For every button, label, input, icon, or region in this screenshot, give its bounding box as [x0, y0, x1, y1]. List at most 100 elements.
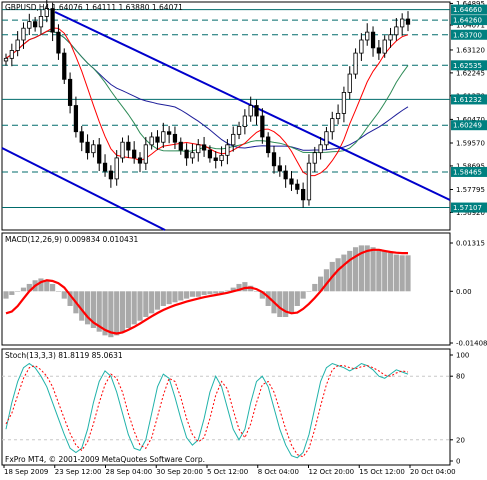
macd-histogram-bar: [306, 291, 312, 292]
candle-bear: [207, 149, 213, 159]
time-tick-label: 15 Oct 12:00: [359, 468, 405, 476]
macd-histogram-bar: [154, 291, 161, 310]
macd-histogram-bar: [3, 291, 9, 299]
macd-histogram-bar: [341, 254, 347, 292]
macd-histogram-bar: [370, 247, 376, 292]
candle-bear: [108, 170, 113, 180]
candle-bull: [27, 21, 32, 29]
price-level-label: 1.57107: [453, 204, 482, 212]
candle-bear: [178, 141, 183, 151]
stoch-panel: [1, 348, 451, 466]
macd-histogram-bar: [294, 291, 300, 306]
macd-histogram-bar: [253, 291, 260, 292]
macd-histogram-bar: [131, 291, 137, 325]
macd-histogram-bar: [108, 291, 114, 338]
candle-bear: [266, 136, 271, 154]
candle-bull: [318, 144, 323, 154]
candle-bull: [15, 39, 20, 51]
candle-bear: [167, 131, 172, 135]
macd-histogram-bar: [137, 291, 143, 321]
price-tick-label: 1.57795: [456, 186, 485, 194]
macd-histogram-bar: [352, 247, 359, 292]
candle-bull: [353, 52, 358, 75]
macd-histogram-bar: [38, 278, 44, 292]
stoch-tick-label: 100: [456, 352, 469, 360]
macd-histogram-bar: [189, 291, 196, 297]
time-tick-label: 23 Sep 12:00: [55, 468, 102, 476]
candle-bear: [289, 178, 294, 185]
candle-bear: [73, 105, 79, 133]
price-level-label: 1.64260: [453, 17, 482, 25]
candle-bull: [3, 57, 9, 62]
candle-bull: [248, 105, 253, 117]
candle-bear: [33, 21, 38, 28]
macd-histogram-bar: [119, 291, 126, 332]
candle-bull: [196, 144, 201, 154]
candle-bear: [184, 149, 189, 159]
macd-histogram-bar: [393, 254, 399, 292]
candle-bear: [376, 47, 381, 54]
stoch-tick-label: 20: [456, 436, 465, 444]
time-tick-label: 18 Sep 2009: [4, 468, 48, 476]
stoch-tick-label: 0: [456, 458, 460, 466]
candle-bear: [260, 115, 265, 138]
time-tick-label: 5 Oct 12:00: [207, 468, 248, 476]
candle-bear: [405, 18, 411, 25]
macd-tick-label: 0.01315: [456, 240, 485, 248]
candle-bear: [102, 162, 108, 172]
stoch-tick-label: 80: [456, 373, 465, 381]
candle-bear: [277, 165, 282, 172]
candle-bear: [56, 31, 61, 54]
macd-histogram-bar: [376, 249, 382, 292]
macd-histogram-bar: [405, 255, 411, 292]
candle-bull: [190, 152, 195, 159]
macd-histogram-bar: [61, 291, 67, 299]
macd-histogram-bar: [160, 291, 166, 306]
macd-histogram-bar: [213, 291, 219, 294]
mt4-chart-window: 1.648951.640711.631201.622451.613701.604…: [0, 0, 487, 480]
macd-histogram-bar: [9, 291, 15, 295]
candle-bear: [132, 149, 137, 159]
price-level-label: 1.63700: [453, 31, 482, 39]
time-tick-label: 8 Oct 04:00: [258, 468, 299, 476]
candle-bull: [149, 136, 154, 146]
candle-bear: [301, 188, 306, 201]
candle-bear: [79, 131, 84, 143]
candle-bull: [382, 39, 387, 54]
macd-histogram-bar: [312, 283, 318, 292]
macd-histogram-bar: [387, 252, 394, 292]
macd-histogram-bar: [277, 291, 283, 317]
candle-bull: [359, 39, 364, 54]
candle-bear: [50, 8, 55, 33]
candle-bull: [91, 144, 96, 154]
candle-bear: [254, 105, 259, 117]
macd-histogram-bar: [288, 291, 295, 314]
candle-bear: [137, 157, 143, 164]
candle-bear: [172, 133, 178, 143]
price-level-label: 1.60249: [453, 122, 482, 130]
macd-histogram-bar: [201, 291, 207, 295]
macd-title: MACD(12,26,9) 0.009834 0.010431: [5, 235, 139, 244]
stoch-title: Stoch(13,3,3) 81.8119 85.0631: [5, 351, 123, 360]
candle-bull: [120, 141, 125, 159]
price-panel: [1, 1, 451, 231]
candle-bear: [213, 157, 218, 161]
macd-tick-label: 0.00: [456, 288, 472, 296]
candle-bear: [283, 170, 288, 180]
macd-histogram-bar: [166, 291, 172, 305]
macd-histogram-bar: [20, 287, 27, 292]
candle-bull: [330, 118, 335, 133]
candle-bear: [295, 183, 300, 190]
candle-bear: [85, 141, 90, 154]
price-tick-label: 1.62245: [456, 69, 485, 77]
candle-bear: [97, 144, 102, 164]
candle-bear: [271, 152, 277, 167]
candle-bull: [312, 152, 317, 164]
candle-bear: [62, 52, 67, 80]
macd-histogram-bar: [300, 291, 306, 299]
candle-bull: [365, 31, 370, 41]
price-title: GBPUSD,H4 1.64076 1.64111 1.63880 1.6407…: [5, 3, 183, 12]
candle-bear: [201, 144, 207, 151]
candle-bear: [155, 136, 160, 143]
candle-bull: [394, 26, 399, 36]
